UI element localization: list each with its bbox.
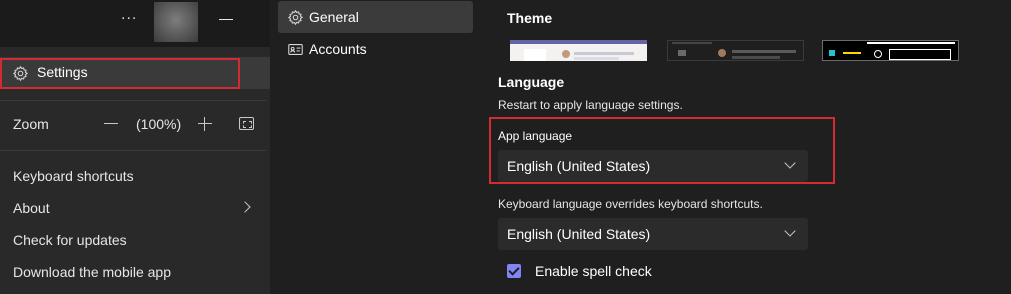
thumb-line: [574, 57, 619, 60]
gear-icon: [287, 9, 304, 26]
keyboard-language-dropdown[interactable]: English (United States): [498, 218, 808, 250]
id-card-icon: [288, 44, 303, 55]
thumb-accent: [829, 50, 835, 56]
app-language-highlight-box: [489, 117, 835, 184]
theme-title: Theme: [507, 10, 553, 26]
thumb-panel: [889, 49, 951, 60]
thumb-line: [732, 56, 780, 59]
thumb-line: [732, 50, 796, 53]
spell-check-label[interactable]: Enable spell check: [535, 263, 652, 279]
chevron-down-icon: [784, 225, 796, 237]
minimize-button[interactable]: [219, 8, 233, 20]
thumb-header-bar: [510, 40, 647, 44]
zoom-in-button[interactable]: [198, 117, 212, 131]
fit-to-window-icon[interactable]: [239, 117, 254, 130]
profile-header: ...: [0, 0, 270, 47]
settings-highlight-box: [0, 58, 240, 89]
menu-divider: [0, 100, 266, 101]
nav-label-accounts: Accounts: [309, 41, 367, 57]
language-restart-hint: Restart to apply language settings.: [498, 98, 683, 112]
nav-label-general: General: [309, 9, 359, 25]
thumb-avatar: [718, 49, 726, 57]
settings-nav: General Accounts: [274, 0, 476, 294]
nav-item-accounts[interactable]: Accounts: [278, 33, 473, 65]
keyboard-shortcuts-link[interactable]: Keyboard shortcuts: [13, 168, 134, 184]
about-link[interactable]: About: [13, 200, 50, 216]
nav-item-general[interactable]: General: [278, 1, 473, 33]
spell-check-checkbox[interactable]: [507, 264, 521, 278]
keyboard-language-value: English (United States): [507, 226, 651, 242]
menu-divider: [0, 150, 266, 151]
thumb-line: [867, 42, 955, 44]
language-title: Language: [498, 74, 565, 90]
zoom-value: (100%): [136, 116, 182, 132]
download-mobile-app-link[interactable]: Download the mobile app: [13, 264, 171, 280]
avatar[interactable]: [154, 2, 198, 42]
theme-option-dark[interactable]: [667, 40, 804, 61]
theme-option-high-contrast[interactable]: [822, 40, 959, 61]
theme-option-default[interactable]: [510, 40, 647, 61]
more-options-button[interactable]: ...: [121, 6, 137, 24]
thumb-line: [672, 42, 712, 44]
thumb-accent: [843, 52, 861, 54]
thumb-line: [574, 52, 634, 55]
thumb-avatar: [562, 50, 570, 58]
keyboard-language-hint: Keyboard language overrides keyboard sho…: [498, 197, 763, 211]
check-for-updates-link[interactable]: Check for updates: [13, 232, 127, 248]
thumb-avatar: [874, 50, 882, 58]
zoom-out-button[interactable]: [104, 123, 118, 124]
zoom-label: Zoom: [13, 116, 49, 132]
thumb-panel: [678, 50, 686, 56]
chevron-right-icon: [239, 201, 251, 213]
thumb-panel: [524, 49, 546, 61]
settings-menu-panel: ... Settings Zoom (100%) Keyboard shortc…: [0, 0, 270, 294]
